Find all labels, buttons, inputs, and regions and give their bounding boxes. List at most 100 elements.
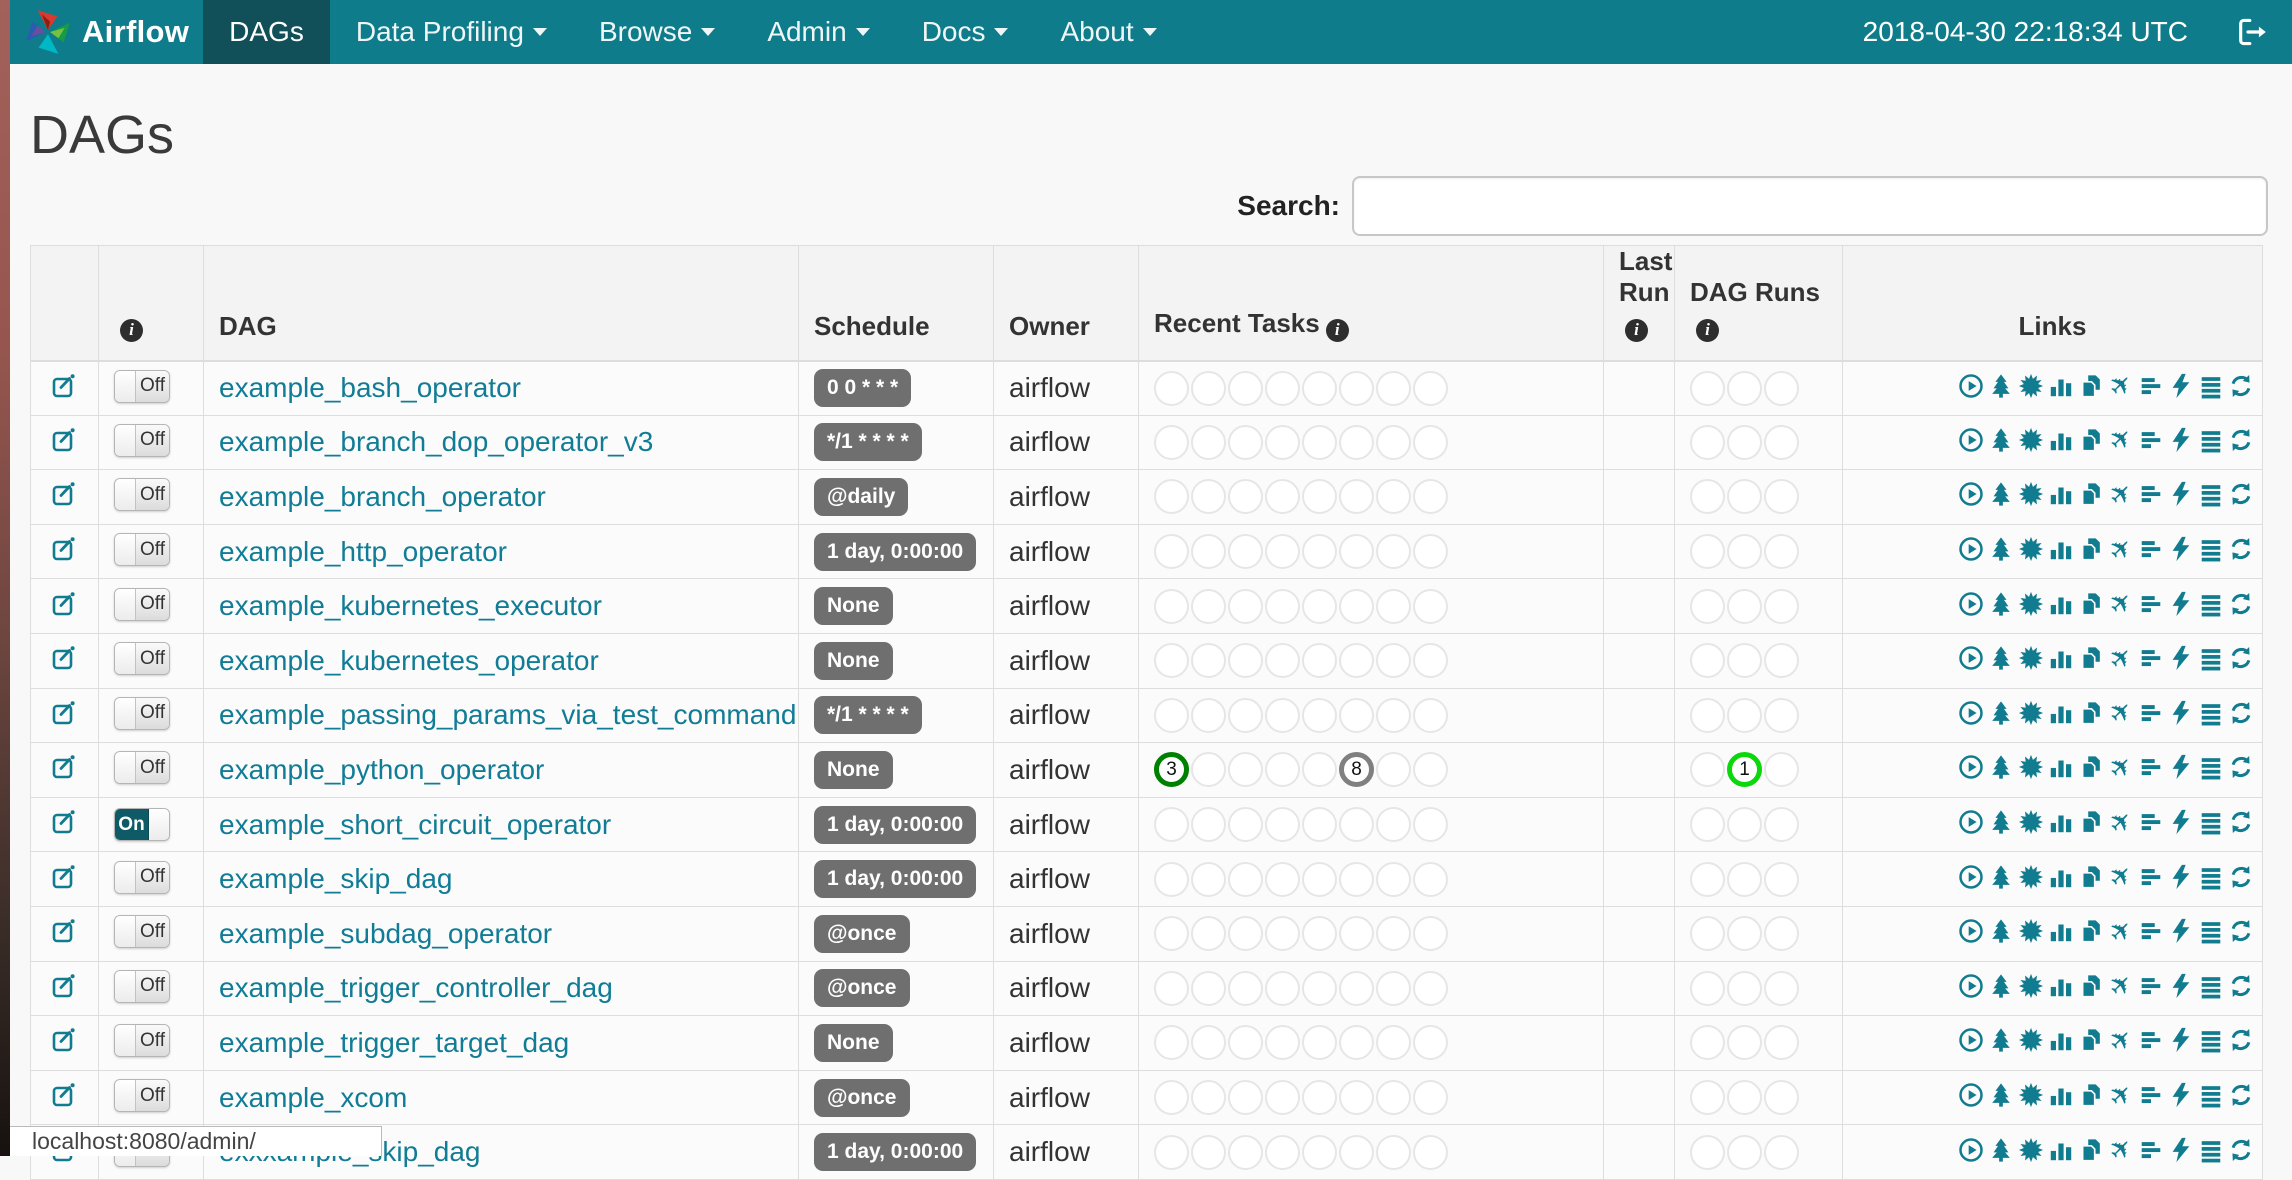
nav-item-browse[interactable]: Browse <box>573 0 741 64</box>
code-icon[interactable] <box>2168 1027 2194 1053</box>
tree-view-icon[interactable] <box>1988 1082 2014 1108</box>
task-state-circle[interactable] <box>1764 534 1799 570</box>
task-state-circle[interactable] <box>1302 1080 1337 1116</box>
logs-icon[interactable] <box>2198 536 2224 562</box>
task-state-circle[interactable] <box>1228 479 1263 515</box>
task-state-circle[interactable] <box>1154 970 1189 1006</box>
task-state-circle[interactable] <box>1302 643 1337 679</box>
graph-view-icon[interactable] <box>2018 918 2044 944</box>
task-state-circle[interactable] <box>1376 479 1411 515</box>
code-icon[interactable] <box>2168 1082 2194 1108</box>
task-state-circle[interactable] <box>1764 916 1799 952</box>
task-state-circle[interactable] <box>1228 752 1263 788</box>
task-state-circle[interactable] <box>1376 861 1411 897</box>
graph-view-icon[interactable] <box>2018 536 2044 562</box>
task-state-circle[interactable] <box>1339 916 1374 952</box>
graph-view-icon[interactable] <box>2018 373 2044 399</box>
task-state-circle[interactable] <box>1154 588 1189 624</box>
task-state-circle[interactable] <box>1690 643 1725 679</box>
task-duration-icon[interactable] <box>2048 754 2074 780</box>
code-icon[interactable] <box>2168 536 2194 562</box>
dag-link[interactable]: example_trigger_controller_dag <box>219 972 613 1003</box>
trigger-dag-icon[interactable] <box>1958 1137 1984 1163</box>
task-state-circle[interactable] <box>1764 1134 1799 1170</box>
task-state-circle[interactable] <box>1228 916 1263 952</box>
tree-view-icon[interactable] <box>1988 373 2014 399</box>
landing-times-icon[interactable]: ✈ <box>2102 1021 2140 1059</box>
task-state-circle[interactable] <box>1228 1025 1263 1061</box>
task-state-circle[interactable] <box>1413 916 1448 952</box>
task-state-circle[interactable] <box>1413 534 1448 570</box>
tree-view-icon[interactable] <box>1988 754 2014 780</box>
dag-pause-toggle[interactable]: Off <box>114 533 170 567</box>
graph-view-icon[interactable] <box>2018 591 2044 617</box>
trigger-dag-icon[interactable] <box>1958 373 1984 399</box>
task-state-circle[interactable] <box>1154 370 1189 406</box>
edit-dag-icon[interactable] <box>51 1026 79 1054</box>
logs-icon[interactable] <box>2198 809 2224 835</box>
tree-view-icon[interactable] <box>1988 1027 2014 1053</box>
task-state-circle[interactable] <box>1191 1134 1226 1170</box>
task-state-circle[interactable] <box>1228 807 1263 843</box>
task-state-circle[interactable] <box>1376 643 1411 679</box>
trigger-dag-icon[interactable] <box>1958 700 1984 726</box>
gantt-icon[interactable] <box>2138 1137 2164 1163</box>
refresh-icon[interactable] <box>2228 427 2254 453</box>
task-state-circle[interactable] <box>1302 479 1337 515</box>
task-state-circle[interactable] <box>1376 916 1411 952</box>
trigger-dag-icon[interactable] <box>1958 645 1984 671</box>
task-state-circle[interactable]: 3 <box>1154 752 1189 788</box>
code-icon[interactable] <box>2168 481 2194 507</box>
trigger-dag-icon[interactable] <box>1958 918 1984 944</box>
dag-link[interactable]: example_branch_operator <box>219 481 546 512</box>
trigger-dag-icon[interactable] <box>1958 864 1984 890</box>
task-state-circle[interactable] <box>1339 1025 1374 1061</box>
task-state-circle[interactable] <box>1302 1134 1337 1170</box>
task-state-circle[interactable] <box>1727 588 1762 624</box>
task-duration-icon[interactable] <box>2048 1082 2074 1108</box>
task-state-circle[interactable] <box>1413 752 1448 788</box>
task-state-circle[interactable] <box>1413 807 1448 843</box>
tree-view-icon[interactable] <box>1988 645 2014 671</box>
dag-pause-toggle[interactable]: Off <box>114 969 170 1003</box>
task-duration-icon[interactable] <box>2048 700 2074 726</box>
gantt-icon[interactable] <box>2138 973 2164 999</box>
refresh-icon[interactable] <box>2228 645 2254 671</box>
brand[interactable]: Airflow <box>10 0 203 64</box>
logs-icon[interactable] <box>2198 427 2224 453</box>
task-state-circle[interactable] <box>1690 1025 1725 1061</box>
task-state-circle[interactable] <box>1228 861 1263 897</box>
task-state-circle[interactable] <box>1265 1080 1300 1116</box>
task-tries-icon[interactable] <box>2078 918 2104 944</box>
task-state-circle[interactable] <box>1690 807 1725 843</box>
code-icon[interactable] <box>2168 591 2194 617</box>
task-duration-icon[interactable] <box>2048 809 2074 835</box>
task-state-circle[interactable] <box>1376 534 1411 570</box>
landing-times-icon[interactable]: ✈ <box>2102 367 2140 405</box>
task-state-circle[interactable]: 8 <box>1339 752 1374 788</box>
task-state-circle[interactable] <box>1413 643 1448 679</box>
refresh-icon[interactable] <box>2228 700 2254 726</box>
dag-pause-toggle[interactable]: Off <box>114 751 170 785</box>
task-tries-icon[interactable] <box>2078 481 2104 507</box>
logs-icon[interactable] <box>2198 973 2224 999</box>
refresh-icon[interactable] <box>2228 754 2254 780</box>
refresh-icon[interactable] <box>2228 591 2254 617</box>
task-state-circle[interactable] <box>1302 697 1337 733</box>
task-state-circle[interactable] <box>1228 588 1263 624</box>
task-state-circle[interactable] <box>1764 424 1799 460</box>
task-state-circle[interactable] <box>1302 970 1337 1006</box>
dag-pause-toggle[interactable]: Off <box>114 915 170 949</box>
edit-dag-icon[interactable] <box>51 372 79 400</box>
dag-link[interactable]: example_branch_dop_operator_v3 <box>219 426 653 457</box>
task-tries-icon[interactable] <box>2078 754 2104 780</box>
task-state-circle[interactable] <box>1265 479 1300 515</box>
refresh-icon[interactable] <box>2228 918 2254 944</box>
edit-dag-icon[interactable] <box>51 535 79 563</box>
task-state-circle[interactable] <box>1191 970 1226 1006</box>
task-state-circle[interactable] <box>1265 370 1300 406</box>
task-state-circle[interactable] <box>1727 916 1762 952</box>
task-state-circle[interactable] <box>1690 752 1725 788</box>
task-state-circle[interactable] <box>1228 970 1263 1006</box>
landing-times-icon[interactable]: ✈ <box>2102 476 2140 514</box>
